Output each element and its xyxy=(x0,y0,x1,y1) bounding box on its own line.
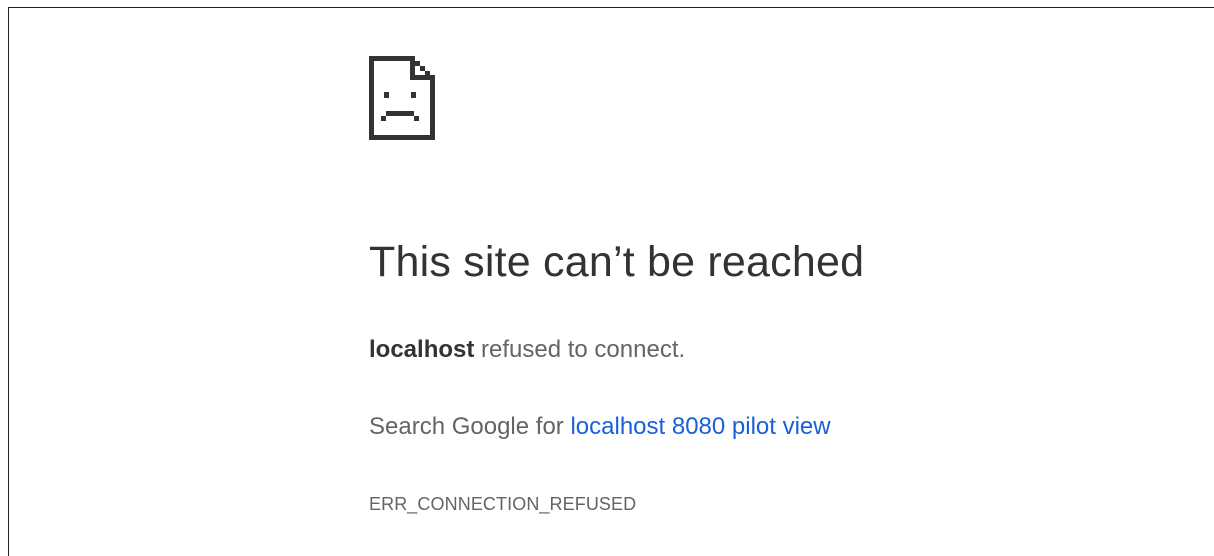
search-suggestion-link[interactable]: localhost 8080 pilot view xyxy=(570,413,830,440)
error-description-text: refused to connect. xyxy=(474,336,686,363)
page-title: This site can’t be reached xyxy=(369,238,865,286)
error-host: localhost xyxy=(369,336,475,363)
search-suggestion: Search Google for localhost 8080 pilot v… xyxy=(369,413,831,441)
sad-page-icon xyxy=(369,56,435,140)
search-suggestion-prefix: Search Google for xyxy=(369,413,571,440)
error-description: localhost refused to connect. xyxy=(369,336,685,364)
error-code: ERR_CONNECTION_REFUSED xyxy=(369,494,637,514)
browser-viewport: This site can’t be reached localhost ref… xyxy=(8,7,1214,556)
